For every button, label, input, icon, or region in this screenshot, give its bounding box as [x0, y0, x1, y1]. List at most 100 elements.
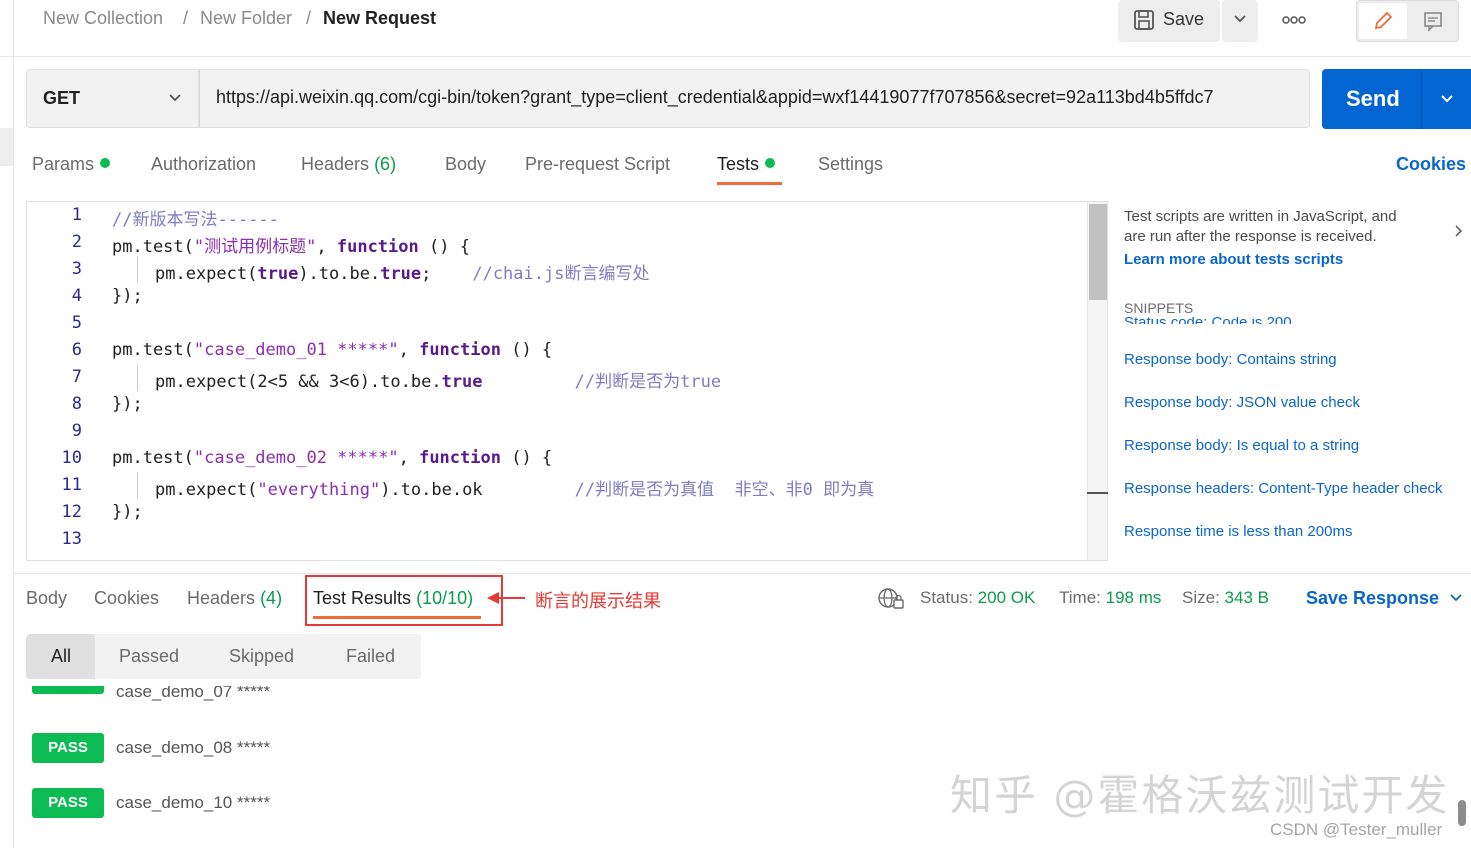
- method-label: GET: [43, 88, 81, 108]
- line-number: 1: [71, 205, 82, 225]
- tab-tests-label: Tests: [717, 154, 760, 174]
- method-select[interactable]: GET: [26, 69, 199, 128]
- snippet-item[interactable]: Response headers: Content-Type header ch…: [1124, 480, 1443, 497]
- filter-skipped[interactable]: Skipped: [229, 646, 294, 667]
- line-number: 12: [61, 502, 82, 522]
- tab-params[interactable]: Params: [32, 154, 111, 175]
- code-line-6: pm.test("case_demo_01 *****", function (…: [112, 340, 553, 360]
- save-button[interactable]: Save: [1118, 0, 1220, 42]
- more-options-button[interactable]: [1280, 8, 1310, 32]
- code-line-10: pm.test("case_demo_02 *****", function (…: [112, 448, 553, 468]
- line-number: 8: [71, 394, 82, 414]
- save-dropdown-button[interactable]: [1222, 0, 1258, 42]
- code-line-3: pm.expect(true).to.be.true; //chai.js断言编…: [155, 264, 650, 284]
- time-label: Time:: [1059, 588, 1101, 607]
- line-number: 2: [71, 232, 82, 252]
- pass-badge: PASS: [32, 788, 104, 818]
- size-value: 343 B: [1224, 588, 1269, 607]
- code-editor[interactable]: //新版本写法------ pm.test("测试用例标题", function…: [26, 201, 1108, 561]
- breadcrumb-sep: /: [183, 8, 189, 28]
- line-number: 13: [61, 529, 82, 549]
- filter-failed[interactable]: Failed: [346, 646, 395, 667]
- code-line-2: pm.test("测试用例标题", function () {: [112, 237, 470, 257]
- response-tab-headers[interactable]: Headers (4): [187, 588, 282, 609]
- editor-scrollbar-thumb[interactable]: [1089, 204, 1107, 300]
- response-tab-headers-label: Headers: [187, 588, 256, 608]
- tab-tests[interactable]: Tests: [717, 154, 776, 175]
- size-label: Size:: [1182, 588, 1220, 607]
- snippet-item[interactable]: Response body: Contains string: [1124, 351, 1337, 368]
- tests-intro-line2: are run after the response is received.: [1124, 228, 1377, 245]
- url-input[interactable]: https://api.weixin.qq.com/cgi-bin/token?…: [199, 69, 1310, 128]
- response-divider: [14, 573, 1471, 574]
- filter-all[interactable]: All: [51, 646, 71, 667]
- breadcrumb-sep: /: [306, 8, 312, 28]
- left-gutter: [0, 128, 13, 166]
- pass-badge: PASS: [32, 686, 104, 694]
- response-size: Size: 343 B: [1182, 588, 1269, 608]
- line-number: 5: [71, 313, 82, 333]
- watermark: 知乎 @霍格沃兹测试开发: [950, 771, 1450, 820]
- chevron-down-icon: [1234, 15, 1246, 23]
- response-tab-cookies[interactable]: Cookies: [94, 588, 159, 609]
- status-label: Status:: [920, 588, 973, 607]
- save-label: Save: [1163, 9, 1205, 29]
- tab-authorization[interactable]: Authorization: [151, 154, 256, 175]
- send-button[interactable]: Send: [1322, 69, 1471, 129]
- right-toolbar: [1356, 0, 1459, 42]
- snippet-item[interactable]: Response time is less than 200ms: [1124, 523, 1352, 540]
- time-value: 198 ms: [1105, 588, 1162, 607]
- snippets-title: SNIPPETS: [1124, 298, 1464, 317]
- edit-button[interactable]: [1359, 3, 1407, 39]
- breadcrumb-folder[interactable]: New Folder: [200, 8, 292, 29]
- tests-intro-line1: Test scripts are written in JavaScript, …: [1124, 208, 1397, 225]
- save-icon: [1134, 10, 1154, 30]
- line-number: 11: [61, 475, 82, 495]
- chevron-down-icon[interactable]: [1440, 94, 1454, 104]
- breadcrumb-request[interactable]: New Request: [323, 8, 436, 29]
- code-line-4: });: [112, 286, 143, 306]
- results-filter: All Passed Skipped Failed: [26, 634, 421, 679]
- tab-headers[interactable]: Headers (6): [301, 154, 396, 175]
- tab-body[interactable]: Body: [445, 154, 486, 175]
- response-time: Time: 198 ms: [1059, 588, 1161, 608]
- line-number: 7: [71, 367, 82, 387]
- tab-settings[interactable]: Settings: [818, 154, 883, 175]
- line-number: 10: [61, 448, 82, 468]
- tab-pre-request-script[interactable]: Pre-request Script: [525, 154, 670, 175]
- comment-icon: [1424, 12, 1442, 32]
- tab-params-label: Params: [32, 154, 95, 174]
- learn-more-link[interactable]: Learn more about tests scripts: [1124, 251, 1343, 268]
- comments-button[interactable]: [1409, 3, 1457, 39]
- indicator-dot: [100, 158, 111, 168]
- results-scrollbar-thumb[interactable]: [1458, 800, 1466, 826]
- tab-headers-count: (6): [374, 154, 397, 174]
- snippet-item[interactable]: Response body: Is equal to a string: [1124, 437, 1359, 454]
- pass-badge: PASS: [32, 733, 104, 763]
- test-result-name: case_demo_08 *****: [116, 738, 271, 757]
- test-result-name: case_demo_10 *****: [116, 793, 271, 812]
- annotation-arrow-icon: [487, 592, 525, 604]
- save-response-button[interactable]: Save Response: [1306, 588, 1439, 609]
- status-value: 200 OK: [977, 588, 1036, 607]
- code-line-12: });: [112, 502, 143, 522]
- active-tab-underline: [717, 182, 782, 185]
- test-result-name: case_demo_07 *****: [116, 686, 271, 701]
- chevron-down-icon[interactable]: [1449, 593, 1463, 603]
- code-line-11: pm.expect("everything").to.be.ok //判断是否为…: [155, 480, 875, 500]
- code-line-7: pm.expect(2<5 && 3<6).to.be.true //判断是否为…: [155, 372, 722, 392]
- line-number: 3: [71, 259, 82, 279]
- line-number: 6: [71, 340, 82, 360]
- response-status: Status: 200 OK: [920, 588, 1035, 608]
- chevron-down-icon: [169, 94, 181, 102]
- cookies-link[interactable]: Cookies: [1396, 154, 1466, 175]
- globe-lock-icon[interactable]: [877, 586, 905, 610]
- filter-passed[interactable]: Passed: [119, 646, 179, 667]
- tab-headers-label: Headers: [301, 154, 370, 174]
- breadcrumb-collection[interactable]: New Collection: [43, 8, 163, 29]
- response-tab-body[interactable]: Body: [26, 588, 67, 609]
- indicator-dot: [765, 158, 776, 168]
- chevron-right-icon[interactable]: [1454, 224, 1464, 238]
- snippet-item[interactable]: Response body: JSON value check: [1124, 394, 1360, 411]
- snippets-header: Status code: Code is 200 SNIPPETS: [1124, 298, 1464, 324]
